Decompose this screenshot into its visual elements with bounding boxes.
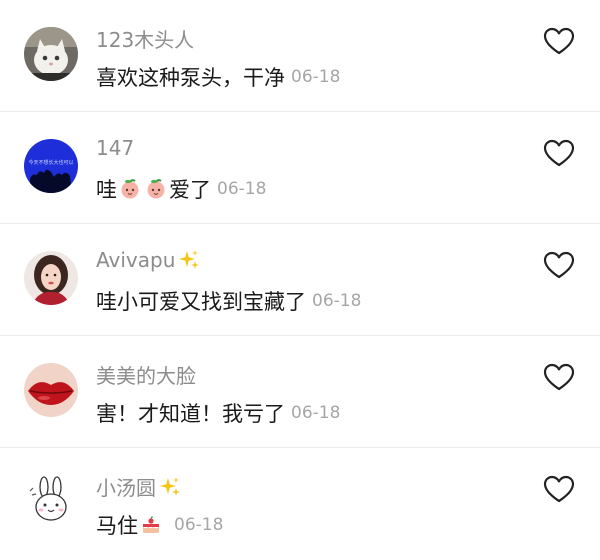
- comment-text: 喜欢这种泵头，干净: [96, 66, 285, 90]
- avatar[interactable]: [24, 27, 78, 81]
- heart-icon: [543, 139, 575, 167]
- comment-content: 哇 爱了 06-18: [96, 174, 266, 204]
- username-text[interactable]: 123木头人: [96, 24, 194, 53]
- comment-item: 美美的大脸 害！才知道！我亏了 06-18: [0, 336, 600, 448]
- like-button[interactable]: [543, 251, 575, 279]
- comment-date: 06-18: [174, 515, 224, 535]
- avatar[interactable]: [24, 363, 78, 417]
- sparkle-icon: [178, 249, 200, 271]
- cartoon-rabbit-avatar: [24, 475, 78, 529]
- username[interactable]: Avivapu: [96, 248, 200, 272]
- comment-text: 害！才知道！我亏了: [96, 402, 285, 426]
- comment-item: Avivapu 哇小可爱又找到宝藏了 06-18: [0, 224, 600, 336]
- blue-silhouette-avatar: 今天不想长大也可以: [24, 139, 78, 193]
- avatar[interactable]: [24, 251, 78, 305]
- username-text[interactable]: 美美的大脸: [96, 360, 196, 389]
- comment-text: 哇: [96, 178, 117, 202]
- peach-emoji: [145, 178, 167, 200]
- comment-date: 06-18: [291, 403, 341, 423]
- comment-date: 06-18: [312, 291, 362, 311]
- like-button[interactable]: [543, 363, 575, 391]
- comment-date: 06-18: [291, 67, 341, 87]
- comment-content: 哇小可爱又找到宝藏了 06-18: [96, 286, 361, 316]
- heart-icon: [543, 27, 575, 55]
- peach-emoji: [119, 178, 141, 200]
- username[interactable]: 小汤圆: [96, 472, 181, 501]
- comment-text: 哇小可爱又找到宝藏了: [96, 290, 306, 314]
- comment-content: 马住 06-18: [96, 510, 223, 540]
- heart-icon: [543, 251, 575, 279]
- like-button[interactable]: [543, 27, 575, 55]
- like-button[interactable]: [543, 475, 575, 503]
- svg-text:今天不想长大也可以: 今天不想长大也可以: [28, 159, 73, 166]
- comment-date: 06-18: [217, 179, 267, 199]
- username-text[interactable]: Avivapu: [96, 248, 175, 272]
- woman-portrait-photo: [24, 251, 78, 305]
- username-text[interactable]: 小汤圆: [96, 472, 156, 501]
- username-text[interactable]: 147: [96, 136, 134, 160]
- comment-item: 今天不想长大也可以 147 哇 爱了 06-18: [0, 112, 600, 224]
- red-lips-photo: [24, 363, 78, 417]
- heart-icon: [543, 475, 575, 503]
- white-cat-photo: [24, 27, 78, 81]
- username[interactable]: 123木头人: [96, 24, 194, 53]
- comment-item: 小汤圆 马住 06-18: [0, 448, 600, 560]
- username[interactable]: 美美的大脸: [96, 360, 196, 389]
- comment-content: 害！才知道！我亏了 06-18: [96, 398, 340, 428]
- comment-text-tail: 爱了: [169, 178, 211, 202]
- comment-content: 喜欢这种泵头，干净 06-18: [96, 62, 340, 92]
- comment-item: 123木头人 喜欢这种泵头，干净 06-18: [0, 0, 600, 112]
- heart-icon: [543, 363, 575, 391]
- avatar[interactable]: [24, 475, 78, 529]
- sparkle-icon: [159, 476, 181, 498]
- comment-text: 马住: [96, 514, 138, 538]
- avatar[interactable]: 今天不想长大也可以: [24, 139, 78, 193]
- like-button[interactable]: [543, 139, 575, 167]
- comment-list: 123木头人 喜欢这种泵头，干净 06-18 今天不想长大也可以 147 哇 爱…: [0, 0, 600, 541]
- cake-emoji: [140, 514, 162, 536]
- username[interactable]: 147: [96, 136, 134, 160]
